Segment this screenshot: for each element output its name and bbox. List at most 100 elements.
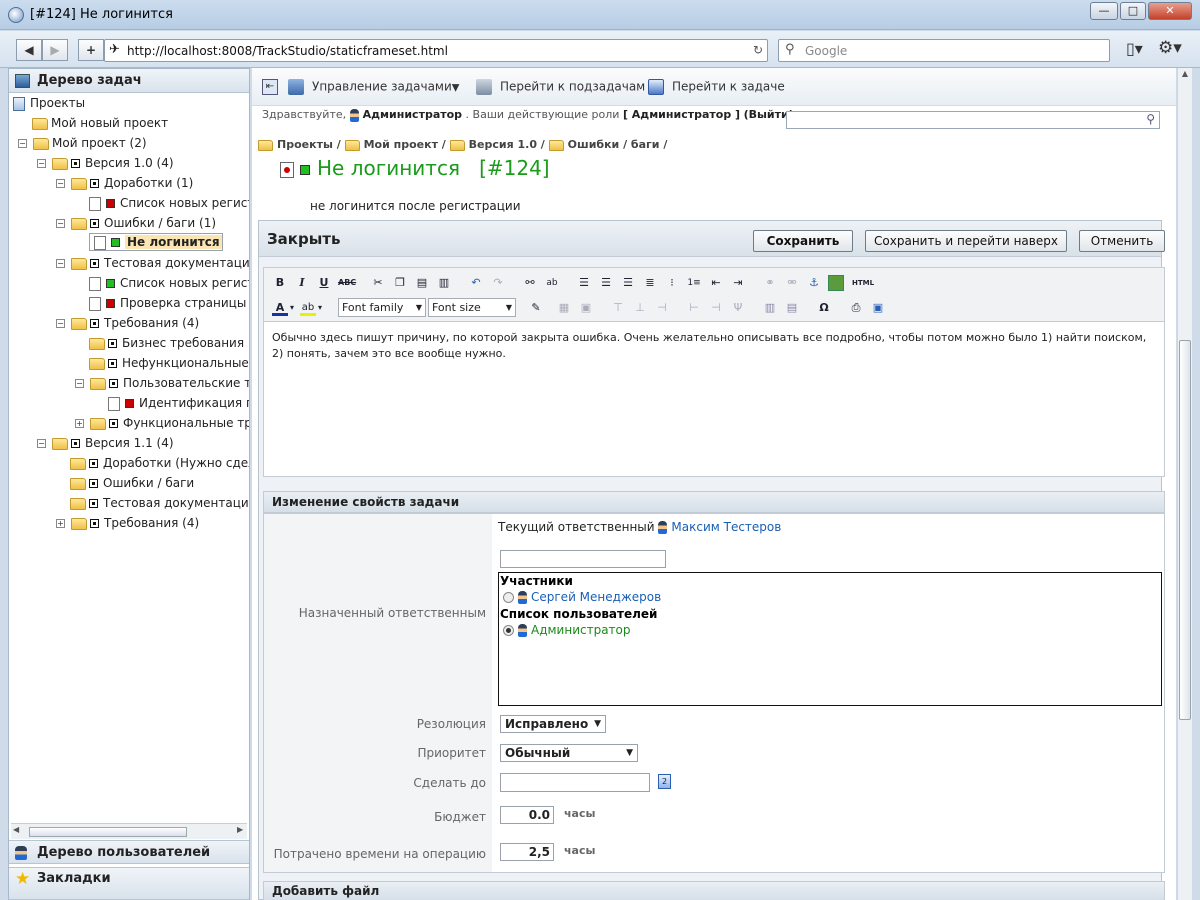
scroll-right-icon[interactable]: ▶ [237,825,243,834]
tree-item[interactable]: Проекты [13,93,85,113]
tree-item[interactable]: Тестовая документация [70,493,249,513]
tree-toggle-icon[interactable]: − [56,259,65,268]
tree-item[interactable]: + Требования (4) [56,513,199,533]
special-char-icon[interactable]: Ω [816,300,832,316]
reload-icon[interactable]: ↻ [753,43,763,57]
tree-item[interactable]: Доработки (Нужно сделать) [70,453,249,473]
budget-input[interactable]: 0.0 [500,806,554,824]
highlight-dropdown-icon[interactable]: ▾ [316,300,324,316]
copy-icon[interactable]: ❐ [392,275,408,291]
insert-row-before-icon[interactable]: ⊤ [610,300,626,316]
highlight-color-icon[interactable]: ab [300,300,316,316]
insert-col-before-icon[interactable]: ⊢ [686,300,702,316]
merge-cells-icon[interactable]: ▤ [784,300,800,316]
tree-item[interactable]: − Мой проект (2) [18,133,147,153]
cancel-button[interactable]: Отменить [1079,230,1165,252]
font-family-select[interactable]: Font family ▼ [338,298,426,317]
paste-icon[interactable]: ▤ [414,275,430,291]
tree-item[interactable]: − Ошибки / баги (1) [56,213,216,233]
task-tree-header[interactable]: Дерево задач [9,69,249,93]
edit-styles-icon[interactable]: ✎ [528,300,544,316]
user-tree-header[interactable]: Дерево пользователей [9,840,249,864]
tree-toggle-icon[interactable]: − [56,219,65,228]
table-row-props-icon[interactable]: ▦ [556,300,572,316]
insert-row-after-icon[interactable]: ⊥ [632,300,648,316]
breadcrumb-item[interactable]: Проекты / [258,138,345,151]
print-icon[interactable]: ⎙ [848,300,864,316]
gear-icon[interactable]: ⚙▾ [1158,38,1186,58]
text-color-icon[interactable]: A [272,300,288,316]
maximize-button[interactable]: □ [1120,2,1146,20]
align-center-icon[interactable]: ☰ [598,275,614,291]
tree-horizontal-scrollbar[interactable]: ◀ ▶ [11,823,247,839]
image-icon[interactable] [828,275,844,291]
task-search-input[interactable]: ⚲ [786,111,1160,129]
tree-item[interactable]: Мой новый проект [32,113,168,133]
close-window-button[interactable]: ✕ [1148,2,1192,20]
tree-item-selected[interactable]: Не логинится [89,233,223,251]
tree-toggle-icon[interactable]: − [56,179,65,188]
bullet-list-icon[interactable]: ⁝ [664,275,680,291]
radio-admin[interactable] [503,625,514,636]
page-menu-icon[interactable]: ▯▾ [1126,39,1150,59]
minimize-button[interactable]: — [1090,2,1118,20]
delete-row-icon[interactable]: ⊣ [654,300,670,316]
new-tab-button[interactable]: + [78,39,104,61]
tree-item[interactable]: Проверка страницы логина [89,293,249,313]
table-cell-props-icon[interactable]: ▣ [578,300,594,316]
strikethrough-icon[interactable]: ABC [338,275,356,291]
indent-icon[interactable]: ⇥ [730,275,746,291]
tree-item[interactable]: Список новых регистраций [89,193,249,213]
page-scroll-thumb[interactable] [1179,340,1191,720]
bookmarks-header[interactable]: ★ Закладки [9,867,249,900]
tree-toggle-icon[interactable]: + [75,419,84,428]
goto-subtasks-button[interactable]: Перейти к подзадачам [476,79,645,95]
back-button[interactable]: ◀ [16,39,42,61]
tree-item[interactable]: − Версия 1.0 (4) [37,153,174,173]
bold-icon[interactable]: B [272,275,288,291]
tree-item[interactable]: Список новых регистраций [89,273,249,293]
add-file-header[interactable]: Добавить файл [263,881,1165,900]
browser-search-box[interactable]: ⚲ Google [778,39,1110,62]
fullscreen-icon[interactable]: ▣ [870,300,886,316]
tree-scroll-thumb[interactable] [29,827,187,837]
calendar-icon[interactable]: 2 [658,774,671,789]
unlink-icon[interactable]: ⚮ [784,275,800,291]
tree-toggle-icon[interactable]: − [75,379,84,388]
font-size-select[interactable]: Font size ▼ [428,298,516,317]
save-button[interactable]: Сохранить [753,230,853,252]
current-handler-link[interactable]: Максим Тестеров [671,520,781,534]
scroll-left-icon[interactable]: ◀ [13,825,19,834]
breadcrumb-item[interactable]: Мой проект / [344,138,450,151]
align-left-icon[interactable]: ☰ [576,275,592,291]
resolution-select[interactable]: Исправлено ▼ [500,715,606,733]
html-source-icon[interactable]: HTML [852,275,874,291]
outdent-icon[interactable]: ⇤ [708,275,724,291]
tree-item[interactable]: Ошибки / баги [70,473,194,493]
italic-icon[interactable]: I [294,275,310,291]
priority-select[interactable]: Обычный ▼ [500,744,638,762]
collapse-panel-icon[interactable]: ⇤ [262,79,278,95]
tree-toggle-icon[interactable]: − [37,439,46,448]
goto-task-button[interactable]: Перейти к задаче [648,79,785,95]
tree-toggle-icon[interactable]: − [56,319,65,328]
tree-item[interactable]: − Доработки (1) [56,173,193,193]
insert-col-after-icon[interactable]: ⊣ [708,300,724,316]
assignee-option-admin[interactable]: Администратор [503,623,631,637]
manage-tasks-menu[interactable]: Управление задачами▼ [288,79,459,95]
numbered-list-icon[interactable]: 1≡ [686,275,702,291]
tree-item[interactable]: − Версия 1.1 (4) [37,433,174,453]
align-right-icon[interactable]: ☰ [620,275,636,291]
tree-item[interactable]: − Тестовая документация (2) [56,253,249,273]
tree-toggle-icon[interactable]: + [56,519,65,528]
tree-item[interactable]: − Требования (4) [56,313,199,333]
assignee-option-manager[interactable]: Сергей Менеджеров [503,590,661,604]
deadline-input[interactable] [500,773,650,792]
radio-manager[interactable] [503,592,514,603]
link-icon[interactable]: ⚭ [762,275,778,291]
text-color-dropdown-icon[interactable]: ▾ [288,300,296,316]
delete-col-icon[interactable]: Ψ [730,300,746,316]
search-icon[interactable]: ⚲ [1146,112,1155,126]
tree-toggle-icon[interactable]: − [18,139,27,148]
undo-icon[interactable]: ↶ [468,275,484,291]
